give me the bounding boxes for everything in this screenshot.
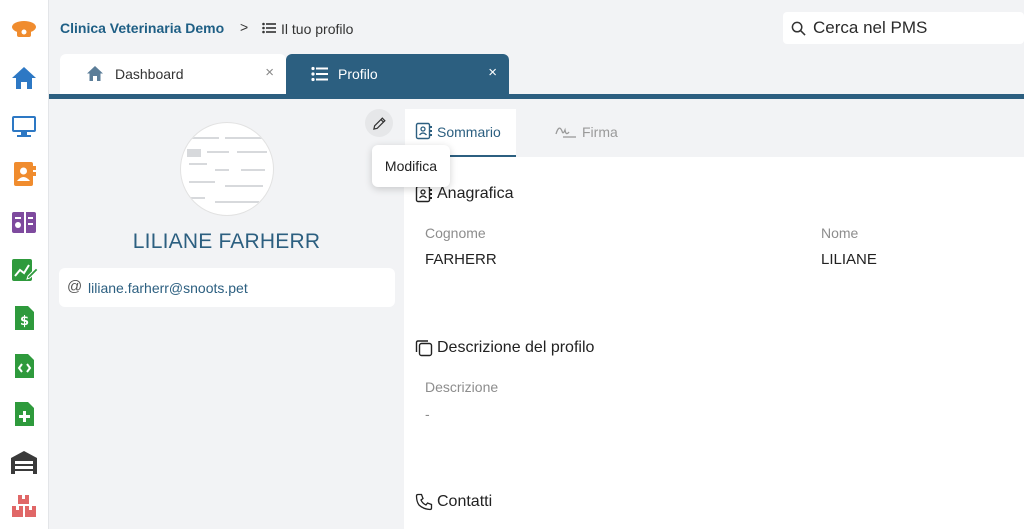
breadcrumb-clinic[interactable]: Clinica Veterinaria Demo bbox=[60, 20, 224, 36]
breadcrumb-current-page: Il tuo profilo bbox=[281, 21, 354, 37]
section-title-text: Contatti bbox=[437, 493, 493, 510]
top-header: Clinica Veterinaria Demo > Il tuo profil… bbox=[49, 0, 1024, 56]
subtabs: Sommario Firma bbox=[404, 99, 1024, 157]
profile-name: LILIANE FARHERR bbox=[132, 230, 321, 253]
nome-label: Nome bbox=[821, 225, 859, 241]
tab-profilo[interactable]: Profilo × bbox=[286, 54, 509, 94]
boxes-icon[interactable] bbox=[8, 490, 40, 522]
home-icon bbox=[87, 66, 103, 81]
email-value[interactable]: liliane.farherr@snoots.pet bbox=[88, 280, 248, 296]
section-description-title: Descrizione del profilo bbox=[415, 339, 594, 357]
side-rail: $ bbox=[0, 0, 49, 529]
contact-card-icon bbox=[415, 185, 432, 203]
profile-panel: LILIANE FARHERR @ liliane.farherr@snoots… bbox=[49, 99, 404, 529]
invoice-icon[interactable]: $ bbox=[8, 302, 40, 334]
search-box[interactable] bbox=[783, 12, 1024, 44]
nome-value: LILIANE bbox=[821, 251, 877, 268]
warehouse-icon[interactable] bbox=[8, 446, 40, 478]
section-title-text: Descrizione del profilo bbox=[437, 339, 595, 356]
description-label: Descrizione bbox=[425, 379, 499, 395]
subtab-summary-label: Sommario bbox=[437, 124, 501, 140]
search-icon bbox=[791, 21, 806, 36]
subtab-signature-label: Firma bbox=[582, 124, 618, 140]
at-icon: @ bbox=[67, 278, 83, 295]
tab-label: Dashboard bbox=[115, 66, 184, 82]
section-contacts-title: Contatti bbox=[415, 493, 492, 511]
contact-book-icon[interactable] bbox=[8, 158, 40, 190]
description-value: - bbox=[425, 406, 430, 422]
cognome-label: Cognome bbox=[425, 225, 486, 241]
tab-dashboard[interactable]: Dashboard × bbox=[60, 54, 286, 94]
profile-content: Sommario Firma Anagrafica Cognome FARHER… bbox=[404, 99, 1024, 529]
chart-edit-icon[interactable] bbox=[8, 254, 40, 286]
breadcrumb-separator: > bbox=[240, 19, 249, 35]
code-file-icon[interactable] bbox=[8, 350, 40, 382]
phone-icon[interactable] bbox=[8, 13, 40, 45]
calendar-icon[interactable] bbox=[8, 206, 40, 238]
section-title-text: Anagrafica bbox=[437, 185, 514, 202]
avatar bbox=[180, 122, 274, 216]
list-icon bbox=[262, 22, 276, 34]
close-icon[interactable]: × bbox=[488, 65, 497, 81]
svg-text:$: $ bbox=[20, 314, 29, 329]
add-file-icon[interactable] bbox=[8, 398, 40, 430]
tab-label: Profilo bbox=[338, 66, 378, 82]
section-anagrafica-title: Anagrafica bbox=[415, 185, 514, 203]
contact-card-icon bbox=[415, 122, 432, 140]
email-card: @ liliane.farherr@snoots.pet bbox=[59, 268, 395, 307]
cognome-value: FARHERR bbox=[425, 251, 497, 268]
pencil-icon bbox=[372, 116, 386, 130]
search-input[interactable] bbox=[813, 16, 1018, 40]
subtab-signature[interactable]: Firma bbox=[554, 109, 634, 157]
signature-icon bbox=[555, 127, 576, 138]
monitor-icon[interactable] bbox=[8, 110, 40, 142]
close-icon[interactable]: × bbox=[265, 65, 274, 81]
edit-button[interactable] bbox=[365, 109, 393, 137]
home-icon[interactable] bbox=[8, 62, 40, 94]
list-icon bbox=[311, 66, 328, 82]
phone-icon bbox=[415, 493, 433, 511]
copy-icon bbox=[415, 340, 433, 357]
edit-tooltip: Modifica bbox=[372, 145, 450, 187]
